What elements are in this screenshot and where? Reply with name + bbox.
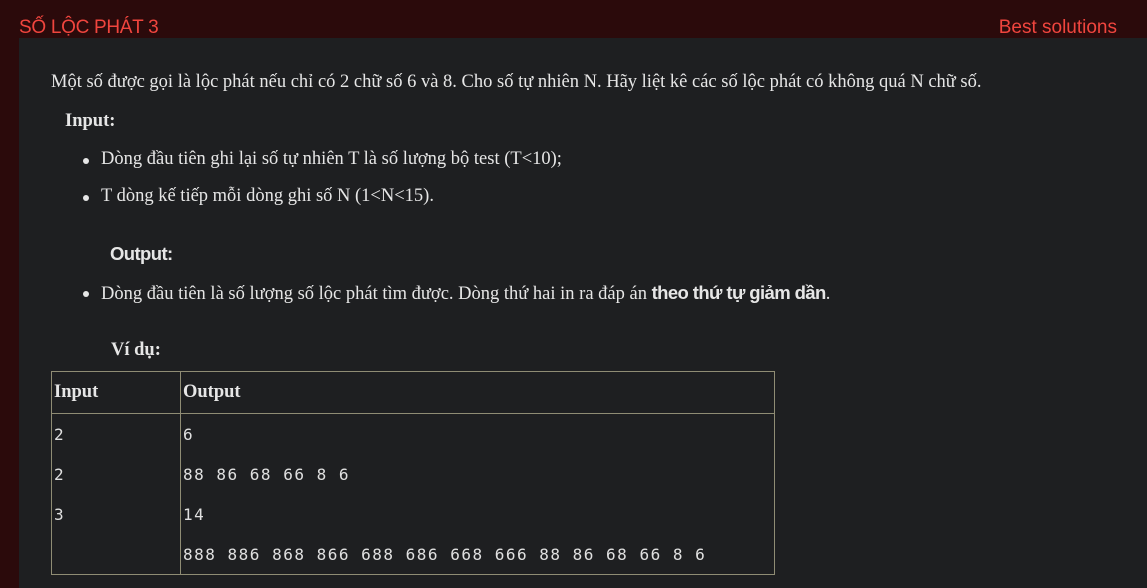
header-bar: SỐ LỘC PHÁT 3 Best solutions: [0, 0, 1147, 38]
table-cell-input: 2: [51, 454, 181, 494]
table-header-output: Output: [180, 371, 775, 414]
input-heading: Input:: [65, 111, 116, 131]
input-item-1: Dòng đầu tiên ghi lại số tự nhiên T là s…: [83, 149, 562, 169]
table-cell-output: 6: [180, 413, 775, 454]
table-header-input: Input: [51, 371, 181, 414]
table-cell-input: 2: [51, 413, 181, 454]
output-heading: Output:: [110, 243, 173, 264]
output-item-emphasis: theo thứ tự giảm dần: [651, 282, 827, 303]
table-cell-input: [51, 534, 181, 575]
best-solutions-link[interactable]: Best solutions: [999, 17, 1117, 39]
table-cell-output: 88 86 68 66 8 6: [180, 454, 775, 494]
problem-title: SỐ LỘC PHÁT 3: [19, 17, 159, 38]
input-item-2: T dòng kế tiếp mỗi dòng ghi số N (1<N<15…: [83, 186, 434, 206]
output-item-text: Dòng đầu tiên là số lượng số lộc phát tì…: [101, 284, 652, 304]
table-cell-input: 3: [51, 494, 181, 534]
problem-panel: Một số được gọi là lộc phát nếu chỉ có 2…: [19, 38, 1147, 588]
output-item: Dòng đầu tiên là số lượng số lộc phát tì…: [82, 282, 831, 305]
problem-description: Một số được gọi là lộc phát nếu chỉ có 2…: [51, 72, 982, 92]
table-cell-output: 888 886 868 866 688 686 668 666 88 86 68…: [180, 534, 775, 575]
output-item-end: .: [825, 284, 831, 304]
table-row: 2 88 86 68 66 8 6: [51, 454, 775, 494]
example-table: Input Output 2 6 2 88 86 68 66 8 6 3 14 …: [51, 371, 775, 575]
table-cell-output: 14: [180, 494, 775, 534]
table-row: 3 14: [51, 494, 775, 534]
table-header-row: Input Output: [51, 371, 775, 414]
example-heading: Ví dụ:: [111, 340, 161, 360]
table-row: 888 886 868 866 688 686 668 666 88 86 68…: [51, 534, 775, 575]
table-row: 2 6: [51, 413, 775, 454]
